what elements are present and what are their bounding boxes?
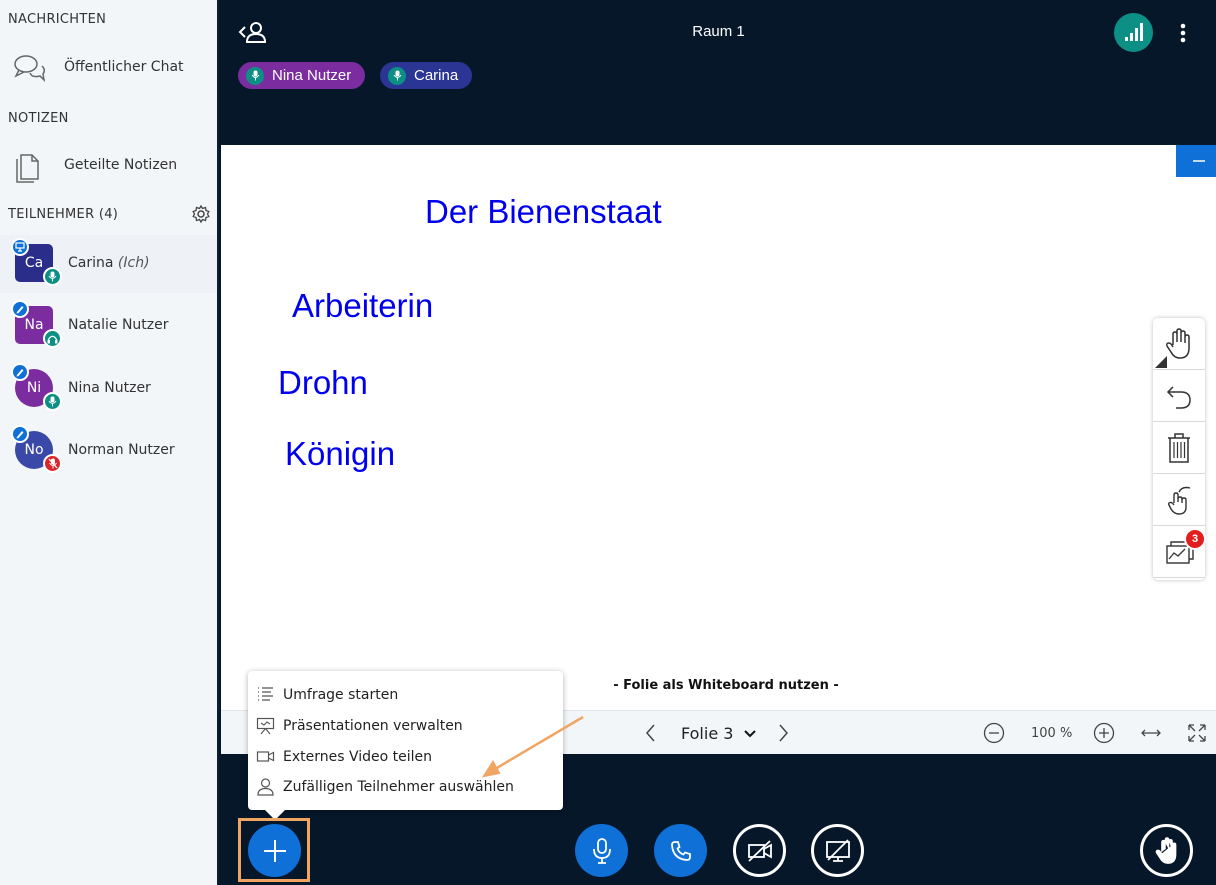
menu-item-start-poll[interactable]: Umfrage starten bbox=[248, 679, 563, 710]
pencil-icon bbox=[16, 369, 24, 377]
whiteboard-text: Drohn bbox=[278, 364, 368, 401]
audio-phone-button[interactable] bbox=[654, 824, 707, 877]
mic-badge bbox=[43, 392, 62, 411]
microphone-muted-icon bbox=[48, 458, 57, 469]
menu-item-select-random-user[interactable]: Zufälligen Teilnehmer auswählen bbox=[248, 771, 563, 802]
connection-status-button[interactable] bbox=[1114, 13, 1153, 52]
presenter-badge bbox=[11, 238, 29, 256]
headphones-icon bbox=[47, 335, 58, 343]
whiteboard-text: Arbeiterin bbox=[292, 287, 434, 324]
slide-select[interactable]: Folie 3 bbox=[681, 724, 757, 743]
menu-item-share-external-video[interactable]: Externes Video teilen bbox=[248, 741, 563, 772]
shared-notes-item[interactable]: Geteilte Notizen bbox=[0, 143, 217, 187]
participant-norman[interactable]: No Norman Nutzer bbox=[0, 422, 217, 480]
trash-icon bbox=[1168, 432, 1190, 463]
menu-item-manage-presentations[interactable]: Präsentationen verwalten bbox=[248, 710, 563, 741]
microphone-icon bbox=[48, 271, 57, 282]
phone-icon bbox=[670, 840, 691, 861]
undo-button[interactable] bbox=[1153, 370, 1205, 422]
zoom-in-icon[interactable] bbox=[1093, 722, 1115, 744]
top-bar: Raum 1 Nina Nutzer Carina bbox=[221, 0, 1216, 145]
chevron-down-icon bbox=[743, 730, 756, 738]
presentation-icon bbox=[256, 717, 275, 735]
pointer-hand-icon bbox=[1167, 486, 1191, 515]
screenshare-off-icon bbox=[825, 838, 850, 862]
plus-icon bbox=[263, 839, 286, 862]
actions-plus-button[interactable] bbox=[248, 824, 301, 877]
microphone-icon bbox=[592, 837, 611, 864]
participant-name: Natalie Nutzer bbox=[68, 317, 169, 333]
raise-hand-button[interactable] bbox=[1140, 824, 1193, 877]
more-options-icon[interactable] bbox=[1173, 18, 1193, 48]
whiteboard-text: Königin bbox=[285, 435, 396, 472]
shared-notes-label: Geteilte Notizen bbox=[64, 157, 178, 173]
participant-nina[interactable]: Ni Nina Nutzer bbox=[0, 360, 217, 418]
participant-name: Nina Nutzer bbox=[68, 380, 151, 396]
minimize-presentation-button[interactable] bbox=[1176, 145, 1216, 177]
gear-icon[interactable] bbox=[191, 204, 211, 224]
muted-badge bbox=[43, 454, 62, 473]
notes-section-title: NOTIZEN bbox=[8, 111, 69, 126]
public-chat-label: Öffentlicher Chat bbox=[64, 59, 184, 75]
minus-icon bbox=[1193, 160, 1205, 162]
previous-slide-icon[interactable] bbox=[641, 723, 661, 743]
fit-width-icon[interactable] bbox=[1140, 722, 1162, 744]
fullscreen-icon[interactable] bbox=[1186, 722, 1208, 744]
microphone-icon bbox=[246, 66, 264, 85]
next-slide-icon[interactable] bbox=[773, 723, 793, 743]
participant-natalie[interactable]: Na Natalie Nutzer bbox=[0, 297, 217, 355]
chat-icon bbox=[14, 55, 46, 83]
whiteboard-access-badge bbox=[11, 425, 29, 443]
zoom-level: 100 % bbox=[1031, 726, 1073, 741]
participant-name: Carina (Ich) bbox=[68, 255, 150, 271]
pencil-icon bbox=[16, 306, 24, 314]
participant-name: Norman Nutzer bbox=[68, 442, 175, 458]
user-icon bbox=[257, 778, 274, 796]
talking-indicator-nina[interactable]: Nina Nutzer bbox=[238, 62, 366, 89]
undo-icon bbox=[1166, 385, 1191, 409]
whiteboard-toolbar: 3 bbox=[1153, 318, 1206, 580]
whiteboard-text-title: Der Bienenstaat bbox=[425, 193, 662, 230]
hand-tool-button[interactable] bbox=[1153, 318, 1205, 370]
microphone-icon bbox=[388, 66, 406, 85]
talking-indicator-carina[interactable]: Carina bbox=[380, 62, 473, 89]
pencil-icon bbox=[16, 431, 24, 439]
messages-section-title: NACHRICHTEN bbox=[8, 12, 107, 27]
presenter-icon bbox=[15, 242, 25, 252]
notes-icon bbox=[16, 154, 39, 183]
talker-name: Nina Nutzer bbox=[272, 67, 352, 84]
public-chat-item[interactable]: Öffentlicher Chat bbox=[0, 45, 217, 89]
submenu-corner-icon bbox=[1155, 356, 1167, 368]
video-off-button[interactable] bbox=[733, 824, 786, 877]
participants-section-title: TEILNEHMER (4) bbox=[8, 207, 119, 222]
room-title: Raum 1 bbox=[692, 23, 745, 40]
zoom-out-icon[interactable] bbox=[983, 722, 1005, 744]
microphone-icon bbox=[48, 396, 57, 407]
whiteboard[interactable]: Der Bienenstaat Arbeiterin Drohn Königin… bbox=[221, 145, 1216, 710]
talker-name: Carina bbox=[414, 67, 459, 84]
listen-badge bbox=[43, 329, 62, 348]
clear-annotations-button[interactable] bbox=[1153, 422, 1205, 474]
microphone-button[interactable] bbox=[575, 824, 628, 877]
notification-count-badge: 3 bbox=[1184, 528, 1206, 550]
whiteboard-access-badge bbox=[11, 363, 29, 381]
multi-user-whiteboard-button[interactable] bbox=[1153, 474, 1205, 526]
signal-bars-icon bbox=[1125, 23, 1143, 41]
whiteboard-access-badge bbox=[11, 300, 29, 318]
raise-hand-icon bbox=[1155, 836, 1176, 864]
list-icon bbox=[258, 687, 273, 701]
screenshare-off-button[interactable] bbox=[811, 824, 864, 877]
hand-icon bbox=[1166, 327, 1190, 359]
actions-menu: Umfrage starten Präsentationen verwalten… bbox=[248, 671, 563, 820]
video-off-icon bbox=[747, 839, 772, 862]
sidebar: NACHRICHTEN Öffentlicher Chat NOTIZEN Ge… bbox=[0, 0, 219, 885]
mic-badge bbox=[43, 267, 62, 286]
video-icon bbox=[256, 751, 275, 762]
participant-carina[interactable]: Ca Carina (Ich) bbox=[0, 235, 217, 293]
